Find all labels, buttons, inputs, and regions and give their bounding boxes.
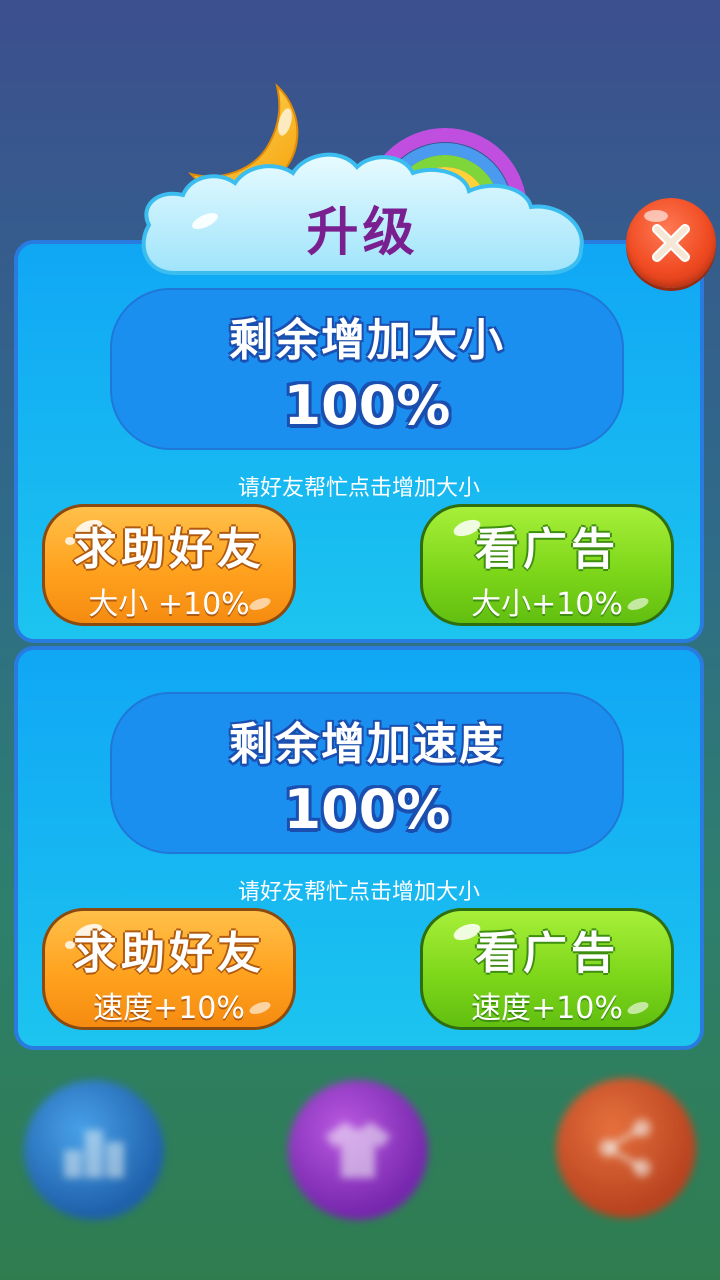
rank-icon (24, 1080, 164, 1220)
close-button[interactable] (626, 198, 716, 288)
size-hint-text: 请好友帮忙点击增加大小 (237, 476, 480, 501)
size-remaining-label: 剩余增加大小 (229, 315, 505, 366)
size-ask-friend-label: 求助好友 (73, 524, 265, 575)
speed-info-box: 剩余增加速度 100% (110, 692, 624, 854)
speed-hint-text: 请好友帮忙点击增加大小 (237, 880, 480, 905)
speed-ask-friend-sub: 速度+10% (93, 991, 245, 1026)
size-remaining-value: 100% (283, 374, 451, 437)
size-ask-friend-button[interactable]: 求助好友 大小 +10% (42, 504, 296, 626)
dialog-title: 升级 (306, 203, 419, 263)
close-icon (652, 224, 690, 262)
size-watch-ad-sub: 大小+10% (471, 587, 623, 622)
speed-watch-ad-button[interactable]: 看广告 速度+10% (420, 908, 674, 1030)
speed-upgrade-panel: 剩余增加速度 100% 请好友帮忙点击增加大小 求助好友 速度+10% 看广告 … (14, 646, 704, 1050)
size-watch-ad-button[interactable]: 看广告 大小+10% (420, 504, 674, 626)
speed-remaining-value: 100% (283, 778, 451, 841)
size-info-box: 剩余增加大小 100% (110, 288, 624, 450)
shirt-icon (288, 1080, 428, 1220)
speed-watch-ad-sub: 速度+10% (471, 991, 623, 1026)
size-watch-ad-label: 看广告 (475, 524, 619, 575)
share-icon (556, 1078, 696, 1218)
size-upgrade-panel: 剩余增加大小 100% 请好友帮忙点击增加大小 求助好友 大小 +10% 看广告… (14, 240, 704, 643)
speed-ask-friend-button[interactable]: 求助好友 速度+10% (42, 908, 296, 1030)
speed-remaining-label: 剩余增加速度 (229, 719, 505, 770)
speed-ask-friend-label: 求助好友 (73, 928, 265, 979)
speed-watch-ad-label: 看广告 (475, 928, 619, 979)
size-ask-friend-sub: 大小 +10% (88, 587, 250, 622)
